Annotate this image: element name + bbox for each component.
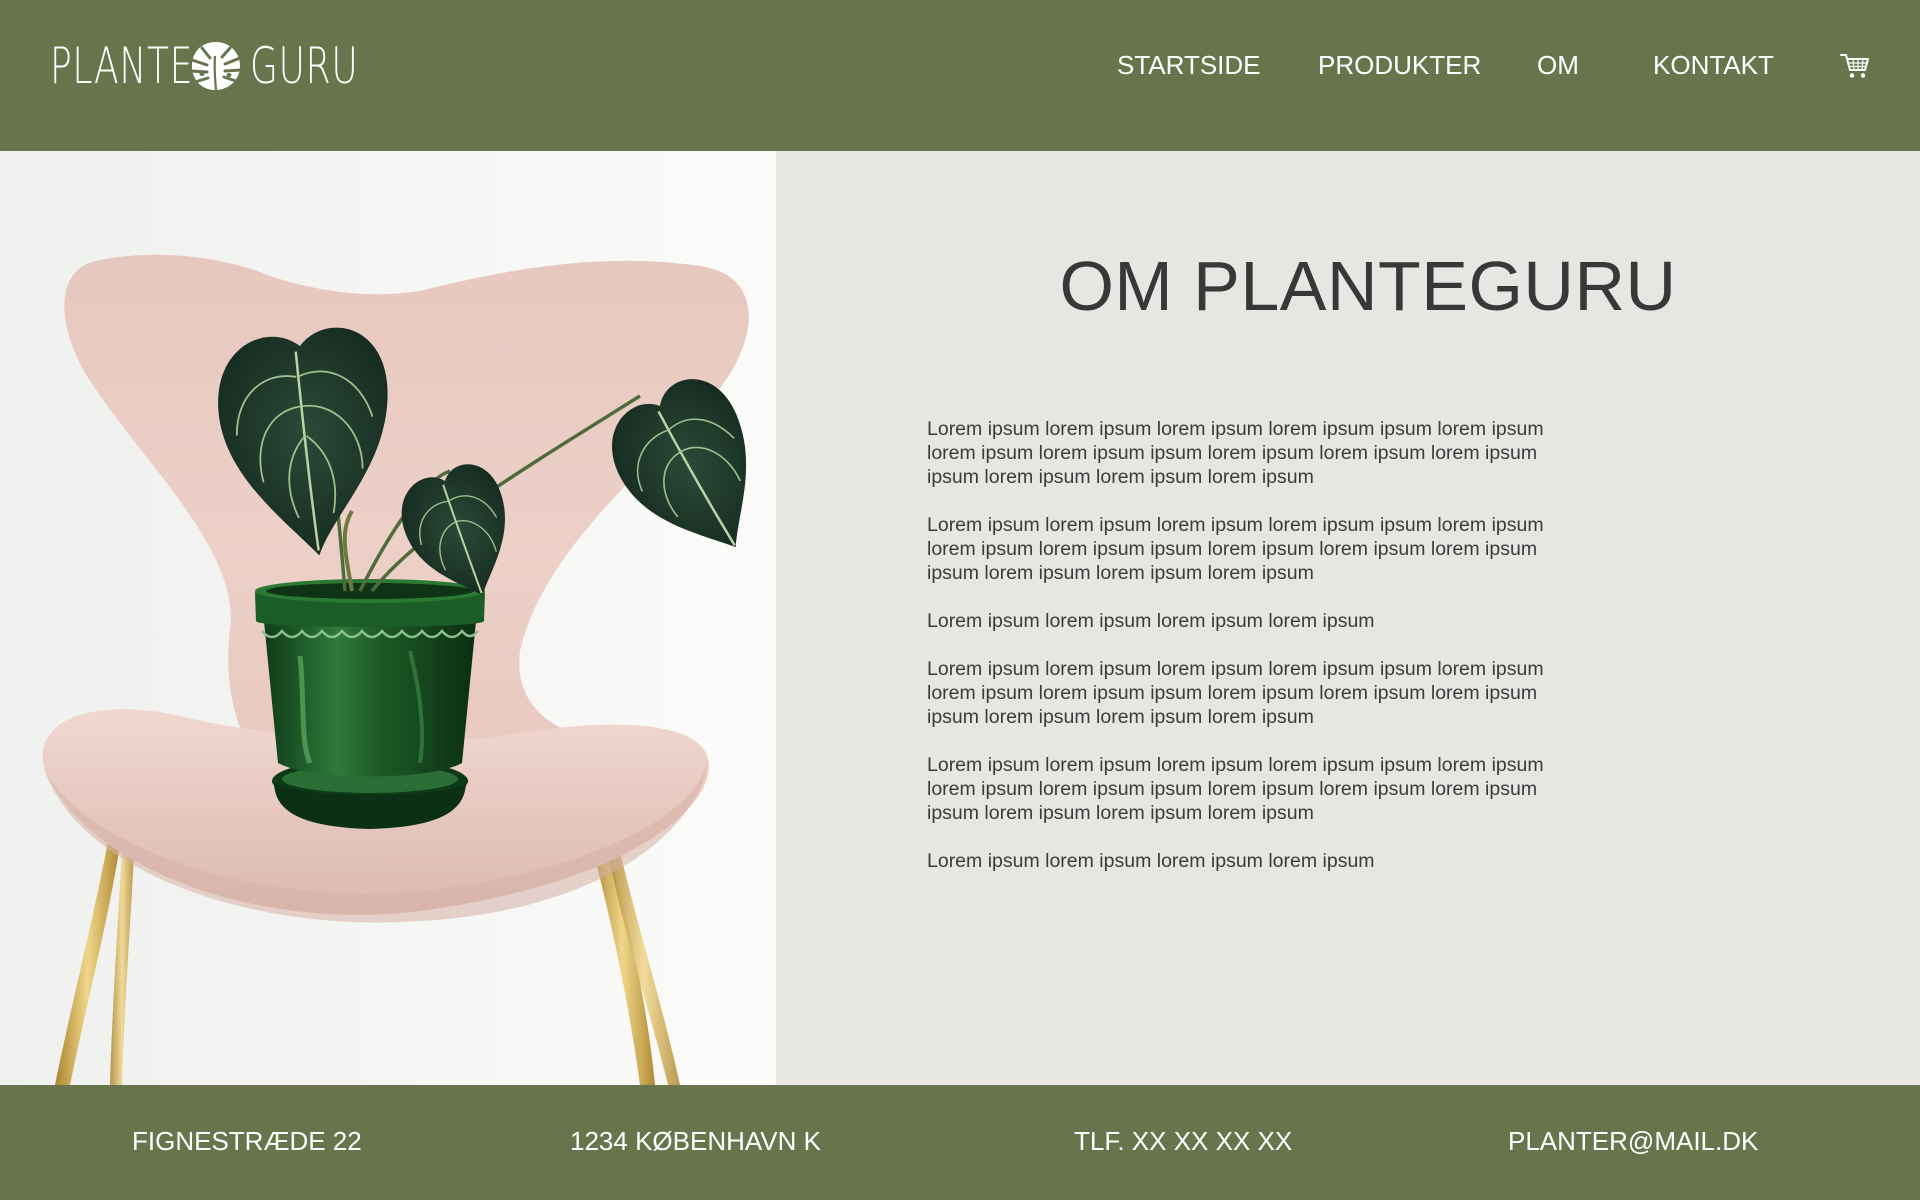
about-content: OM PLANTEGURU Lorem ipsum lorem ipsum lo… — [776, 151, 1920, 1085]
paragraph: Lorem ipsum lorem ipsum lorem ipsum lore… — [927, 754, 1544, 824]
footer-address: FIGNESTRÆDE 22 — [132, 1126, 362, 1156]
site-footer: FIGNESTRÆDE 22 1234 KØBENHAVN K TLF. XX … — [0, 1085, 1920, 1200]
paragraph: Lorem ipsum lorem ipsum lorem ipsum lore… — [927, 850, 1375, 872]
nav-item-kontakt[interactable]: KONTAKT — [1653, 48, 1774, 82]
nav-item-om[interactable]: OM — [1537, 48, 1579, 82]
footer-city: 1234 KØBENHAVN K — [570, 1126, 821, 1156]
hero-image-plant-on-chair — [0, 151, 776, 1085]
footer-phone[interactable]: TLF. XX XX XX XX — [1074, 1125, 1292, 1157]
plant-chair-illustration — [0, 151, 776, 1085]
page-title: OM PLANTEGURU — [1059, 247, 1677, 325]
paragraph: Lorem ipsum lorem ipsum lorem ipsum lore… — [927, 418, 1544, 488]
site-header: PLANTE GURU STARTSIDE PRODUKTER OM KONTA… — [0, 0, 1920, 151]
nav-item-produkter[interactable]: PRODUKTER — [1318, 48, 1481, 82]
shopping-cart-icon[interactable] — [1840, 52, 1870, 80]
footer-email[interactable]: PLANTER@MAIL.DK — [1508, 1125, 1758, 1157]
main-nav: STARTSIDE PRODUKTER OM KONTAKT — [0, 48, 1920, 82]
paragraph: Lorem ipsum lorem ipsum lorem ipsum lore… — [927, 658, 1544, 728]
paragraph: Lorem ipsum lorem ipsum lorem ipsum lore… — [927, 514, 1544, 584]
nav-item-startside[interactable]: STARTSIDE — [1117, 48, 1261, 82]
paragraph: Lorem ipsum lorem ipsum lorem ipsum lore… — [927, 610, 1375, 632]
about-text: Lorem ipsum lorem ipsum lorem ipsum lore… — [927, 417, 1587, 897]
